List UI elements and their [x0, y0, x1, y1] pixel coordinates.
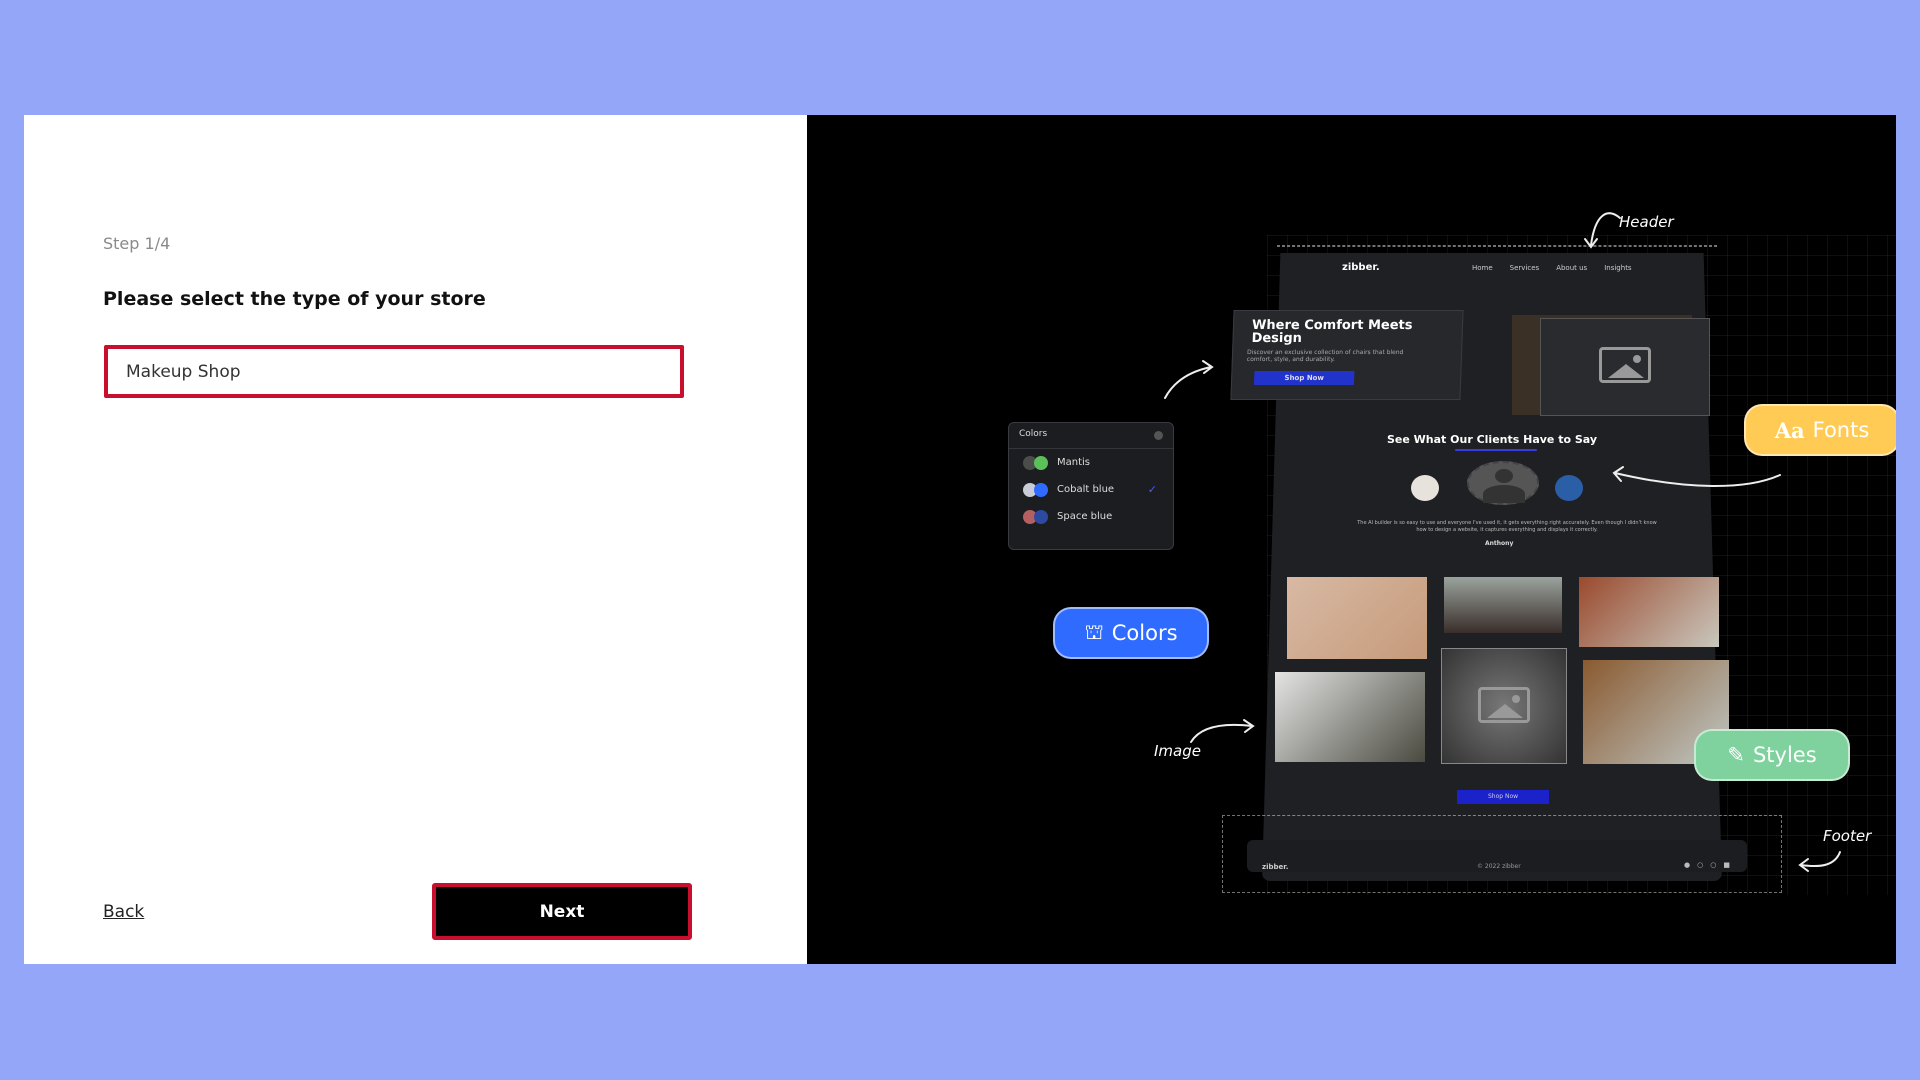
mockup-footer-logo: zibber.: [1262, 863, 1289, 871]
colors-panel-header: Colors: [1009, 423, 1173, 449]
color-swatch: [1023, 509, 1049, 524]
product-photo: [1275, 672, 1425, 762]
magic-pencil-icon: ✎: [1727, 743, 1745, 767]
mockup-logo: zibber.: [1342, 262, 1380, 273]
back-link[interactable]: Back: [103, 902, 144, 922]
mockup-hero-card: Where Comfort Meets Design Discover an e…: [1230, 310, 1464, 400]
image-placeholder-icon: [1478, 687, 1530, 723]
color-option-label: Cobalt blue: [1057, 484, 1115, 495]
mockup-hero-image-placeholder: [1540, 318, 1710, 416]
header-annotation: Header: [1619, 213, 1674, 231]
twitter-icon: ●: [1684, 861, 1691, 869]
image-arrow: [1190, 719, 1255, 743]
client-avatar: [1555, 475, 1583, 501]
color-option: Cobalt blue ✓: [1009, 476, 1173, 503]
mockup-hero-title: Where Comfort Meets Design: [1251, 318, 1413, 346]
client-avatar: [1411, 475, 1439, 501]
product-image-placeholder: [1441, 648, 1567, 764]
step-indicator: Step 1/4: [103, 234, 171, 253]
colors-panel-arrow: [1164, 360, 1214, 399]
color-option-label: Space blue: [1057, 511, 1113, 522]
footer-annotation: Footer: [1823, 827, 1872, 845]
next-button[interactable]: Next: [432, 883, 692, 940]
colors-panel-title: Colors: [1019, 429, 1048, 439]
mockup-nav: Home Services About us Insights: [1472, 264, 1632, 272]
check-icon: ✓: [1147, 483, 1157, 496]
fonts-badge: Aa Fonts: [1744, 404, 1896, 456]
mockup-title-underline: [1455, 449, 1537, 451]
client-avatar-placeholder: [1467, 461, 1539, 505]
header-guide: [1277, 245, 1717, 247]
mockup-social-icons: ● ○ ○ ■: [1684, 861, 1730, 869]
mockup-nav-item: About us: [1556, 264, 1588, 272]
product-photo: [1287, 577, 1427, 659]
mockup-nav-item: Services: [1509, 264, 1540, 272]
youtube-icon: ■: [1723, 861, 1730, 869]
mockup-testimonials-title: See What Our Clients Have to Say: [1387, 433, 1598, 446]
image-placeholder-icon: [1599, 347, 1651, 383]
mockup-footer-copyright: © 2022 zibber: [1477, 863, 1521, 870]
mockup-shop-button: Shop Now: [1457, 790, 1549, 804]
mockup-nav-item: Insights: [1604, 264, 1632, 272]
mockup-hero-button: Shop Now: [1253, 371, 1355, 385]
facebook-icon: ○: [1710, 861, 1717, 869]
color-option-label: Mantis: [1057, 457, 1091, 468]
font-icon: Aa: [1774, 417, 1805, 443]
store-type-question: Please select the type of your store: [103, 288, 486, 310]
colors-badge: ⛫ Colors: [1053, 607, 1209, 659]
image-annotation: Image: [1154, 742, 1201, 760]
mockup-testimonial-author: Anthony: [1485, 540, 1514, 547]
mockup-testimonial-text: The AI builder is so easy to use and eve…: [1357, 520, 1657, 533]
styles-badge: ✎ Styles: [1694, 729, 1850, 781]
color-option: Space blue: [1009, 503, 1173, 530]
product-photo: [1444, 577, 1562, 633]
color-swatch: [1023, 455, 1049, 470]
store-type-input[interactable]: [104, 345, 684, 398]
instagram-icon: ○: [1697, 861, 1704, 869]
paint-bucket-icon: ⛫: [1084, 619, 1104, 644]
colors-panel: Colors Mantis Cobalt blue ✓ Space blue: [1008, 422, 1174, 550]
fonts-badge-label: Fonts: [1812, 418, 1870, 442]
mockup-hero-subtitle: Discover an exclusive collection of chai…: [1246, 349, 1404, 363]
close-icon: [1154, 431, 1163, 440]
product-photo: [1579, 577, 1719, 647]
wizard-panel: Step 1/4 Please select the type of your …: [24, 115, 807, 964]
styles-badge-label: Styles: [1752, 743, 1817, 767]
color-option: Mantis: [1009, 449, 1173, 476]
colors-badge-label: Colors: [1111, 621, 1178, 645]
preview-illustration: zibber. Home Services About us Insights …: [807, 115, 1896, 964]
color-swatch: [1023, 482, 1049, 497]
mockup-nav-item: Home: [1472, 264, 1493, 272]
